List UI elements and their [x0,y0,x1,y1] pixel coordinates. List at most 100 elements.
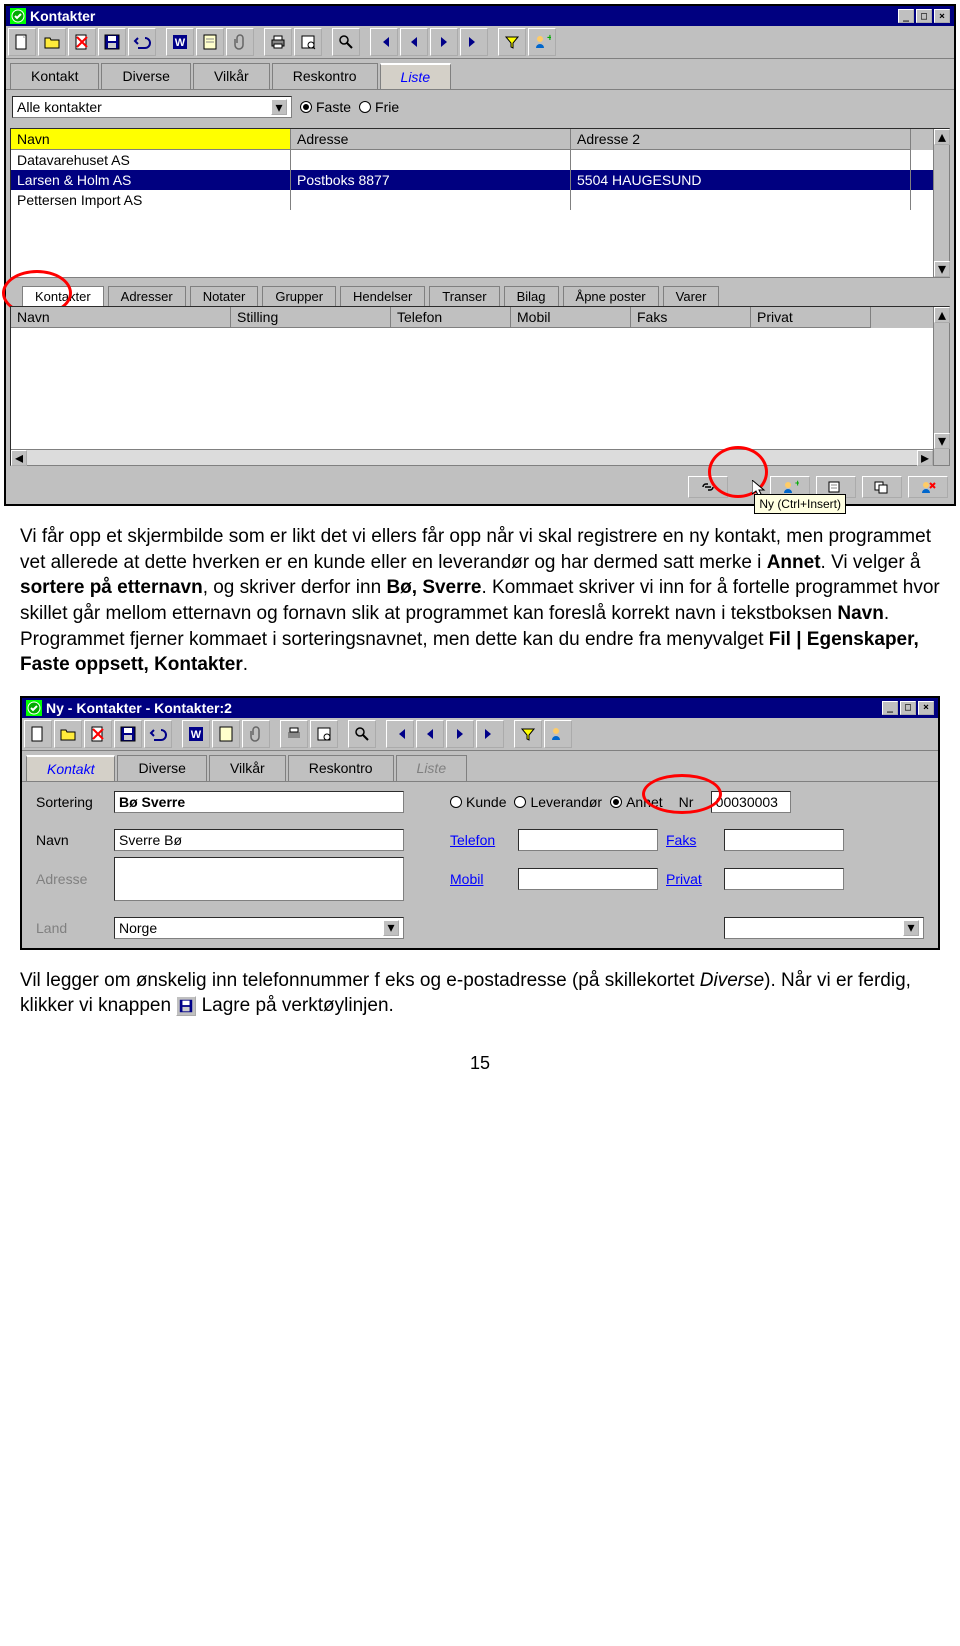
label-privat[interactable]: Privat [666,871,716,887]
col-adresse[interactable]: Adresse [291,129,571,150]
input-telefon[interactable] [518,829,658,851]
dropdown-land[interactable]: Norge ▾ [114,917,404,939]
input-faks[interactable] [724,829,844,851]
subtab-kontakter[interactable]: Kontakter [22,286,104,306]
radio-kunde[interactable]: Kunde [450,794,506,810]
maximize-button[interactable]: □ [916,9,932,23]
label-telefon[interactable]: Telefon [450,832,510,848]
input-mobil[interactable] [518,868,658,890]
radio-leverandor[interactable]: Leverandør [514,794,602,810]
input-sortering[interactable]: Bø Sverre [114,791,404,813]
contacts-grid[interactable]: Navn Adresse Adresse 2 Datavarehuset AS … [10,128,950,278]
tab-reskontro[interactable]: Reskontro [288,755,394,781]
prev-icon[interactable] [416,720,444,748]
delete-person-button[interactable] [908,476,948,498]
undo-icon[interactable] [144,720,172,748]
word-icon[interactable]: W [166,28,194,56]
copy-button[interactable] [862,476,902,498]
vertical-scrollbar[interactable]: ▴ ▾ [933,129,949,277]
filter-icon[interactable] [514,720,542,748]
tab-kontakt[interactable]: Kontakt [10,63,99,89]
new-doc-icon[interactable] [8,28,36,56]
chevron-down-icon[interactable]: ▾ [271,99,287,115]
word-icon[interactable]: W [182,720,210,748]
attach-icon[interactable] [242,720,270,748]
prev-icon[interactable] [400,28,428,56]
save-icon[interactable] [98,28,126,56]
subtab-bilag[interactable]: Bilag [504,286,559,306]
chevron-down-icon[interactable]: ▾ [903,920,919,936]
tab-liste[interactable]: Liste [396,755,468,781]
tab-vilkar[interactable]: Vilkår [209,755,286,781]
search-icon[interactable] [332,28,360,56]
minimize-button[interactable]: _ [882,701,898,715]
first-icon[interactable] [370,28,398,56]
subtab-grupper[interactable]: Grupper [262,286,336,306]
scroll-up-icon[interactable]: ▴ [934,307,950,323]
last-icon[interactable] [476,720,504,748]
col-adresse2[interactable]: Adresse 2 [571,129,911,150]
filter-icon[interactable] [498,28,526,56]
details-grid[interactable]: Navn Stilling Telefon Mobil Faks Privat … [10,306,950,466]
tab-reskontro[interactable]: Reskontro [272,63,378,89]
new-doc-icon[interactable] [24,720,52,748]
col-privat[interactable]: Privat [751,307,871,328]
col-navn[interactable]: Navn [11,129,291,150]
subtab-adresser[interactable]: Adresser [108,286,186,306]
delete-icon[interactable] [68,28,96,56]
open-icon[interactable] [54,720,82,748]
input-adresse[interactable] [114,857,404,901]
open-icon[interactable] [38,28,66,56]
input-privat[interactable] [724,868,844,890]
radio-frie[interactable]: Frie [359,99,399,115]
delete-icon[interactable] [84,720,112,748]
tab-diverse[interactable]: Diverse [117,755,206,781]
preview-icon[interactable] [294,28,322,56]
notes-icon[interactable] [212,720,240,748]
tab-liste[interactable]: Liste [380,63,452,89]
next-icon[interactable] [430,28,458,56]
next-icon[interactable] [446,720,474,748]
table-row[interactable]: Pettersen Import AS [11,190,949,210]
maximize-button[interactable]: □ [900,701,916,715]
tab-vilkar[interactable]: Vilkår [193,63,270,89]
attach-icon[interactable] [226,28,254,56]
radio-annet[interactable]: Annet [610,794,663,810]
minimize-button[interactable]: _ [898,9,914,23]
filter-dropdown[interactable]: Alle kontakter ▾ [12,96,292,118]
table-row[interactable]: Larsen & Holm AS Postboks 8877 5504 HAUG… [11,170,949,190]
vertical-scrollbar[interactable]: ▴ ▾ [933,307,949,465]
scroll-down-icon[interactable]: ▾ [934,433,950,449]
notes-icon[interactable] [196,28,224,56]
scroll-right-icon[interactable]: ▸ [917,450,933,466]
print-icon[interactable] [280,720,308,748]
preview-icon[interactable] [310,720,338,748]
tab-diverse[interactable]: Diverse [101,63,190,89]
subtab-apne-poster[interactable]: Åpne poster [563,286,659,306]
col-navn2[interactable]: Navn [11,307,231,328]
label-mobil[interactable]: Mobil [450,871,510,887]
input-nr[interactable]: 00030003 [711,791,791,813]
subtab-notater[interactable]: Notater [190,286,259,306]
first-icon[interactable] [386,720,414,748]
scroll-down-icon[interactable]: ▾ [934,261,950,277]
scroll-up-icon[interactable]: ▴ [934,129,950,145]
save-icon[interactable] [114,720,142,748]
col-telefon[interactable]: Telefon [391,307,511,328]
link-button[interactable] [688,476,728,498]
print-icon[interactable] [264,28,292,56]
search-icon[interactable] [348,720,376,748]
undo-icon[interactable] [128,28,156,56]
add-user-icon[interactable]: + [528,28,556,56]
col-faks[interactable]: Faks [631,307,751,328]
col-stilling[interactable]: Stilling [231,307,391,328]
label-faks[interactable]: Faks [666,832,716,848]
dropdown-extra[interactable]: ▾ [724,917,924,939]
subtab-varer[interactable]: Varer [663,286,720,306]
table-row[interactable]: Datavarehuset AS [11,150,949,170]
input-navn[interactable]: Sverre Bø [114,829,404,851]
close-button[interactable]: × [918,701,934,715]
horizontal-scrollbar[interactable]: ◂ ▸ [11,449,933,465]
last-icon[interactable] [460,28,488,56]
scroll-left-icon[interactable]: ◂ [11,450,27,466]
